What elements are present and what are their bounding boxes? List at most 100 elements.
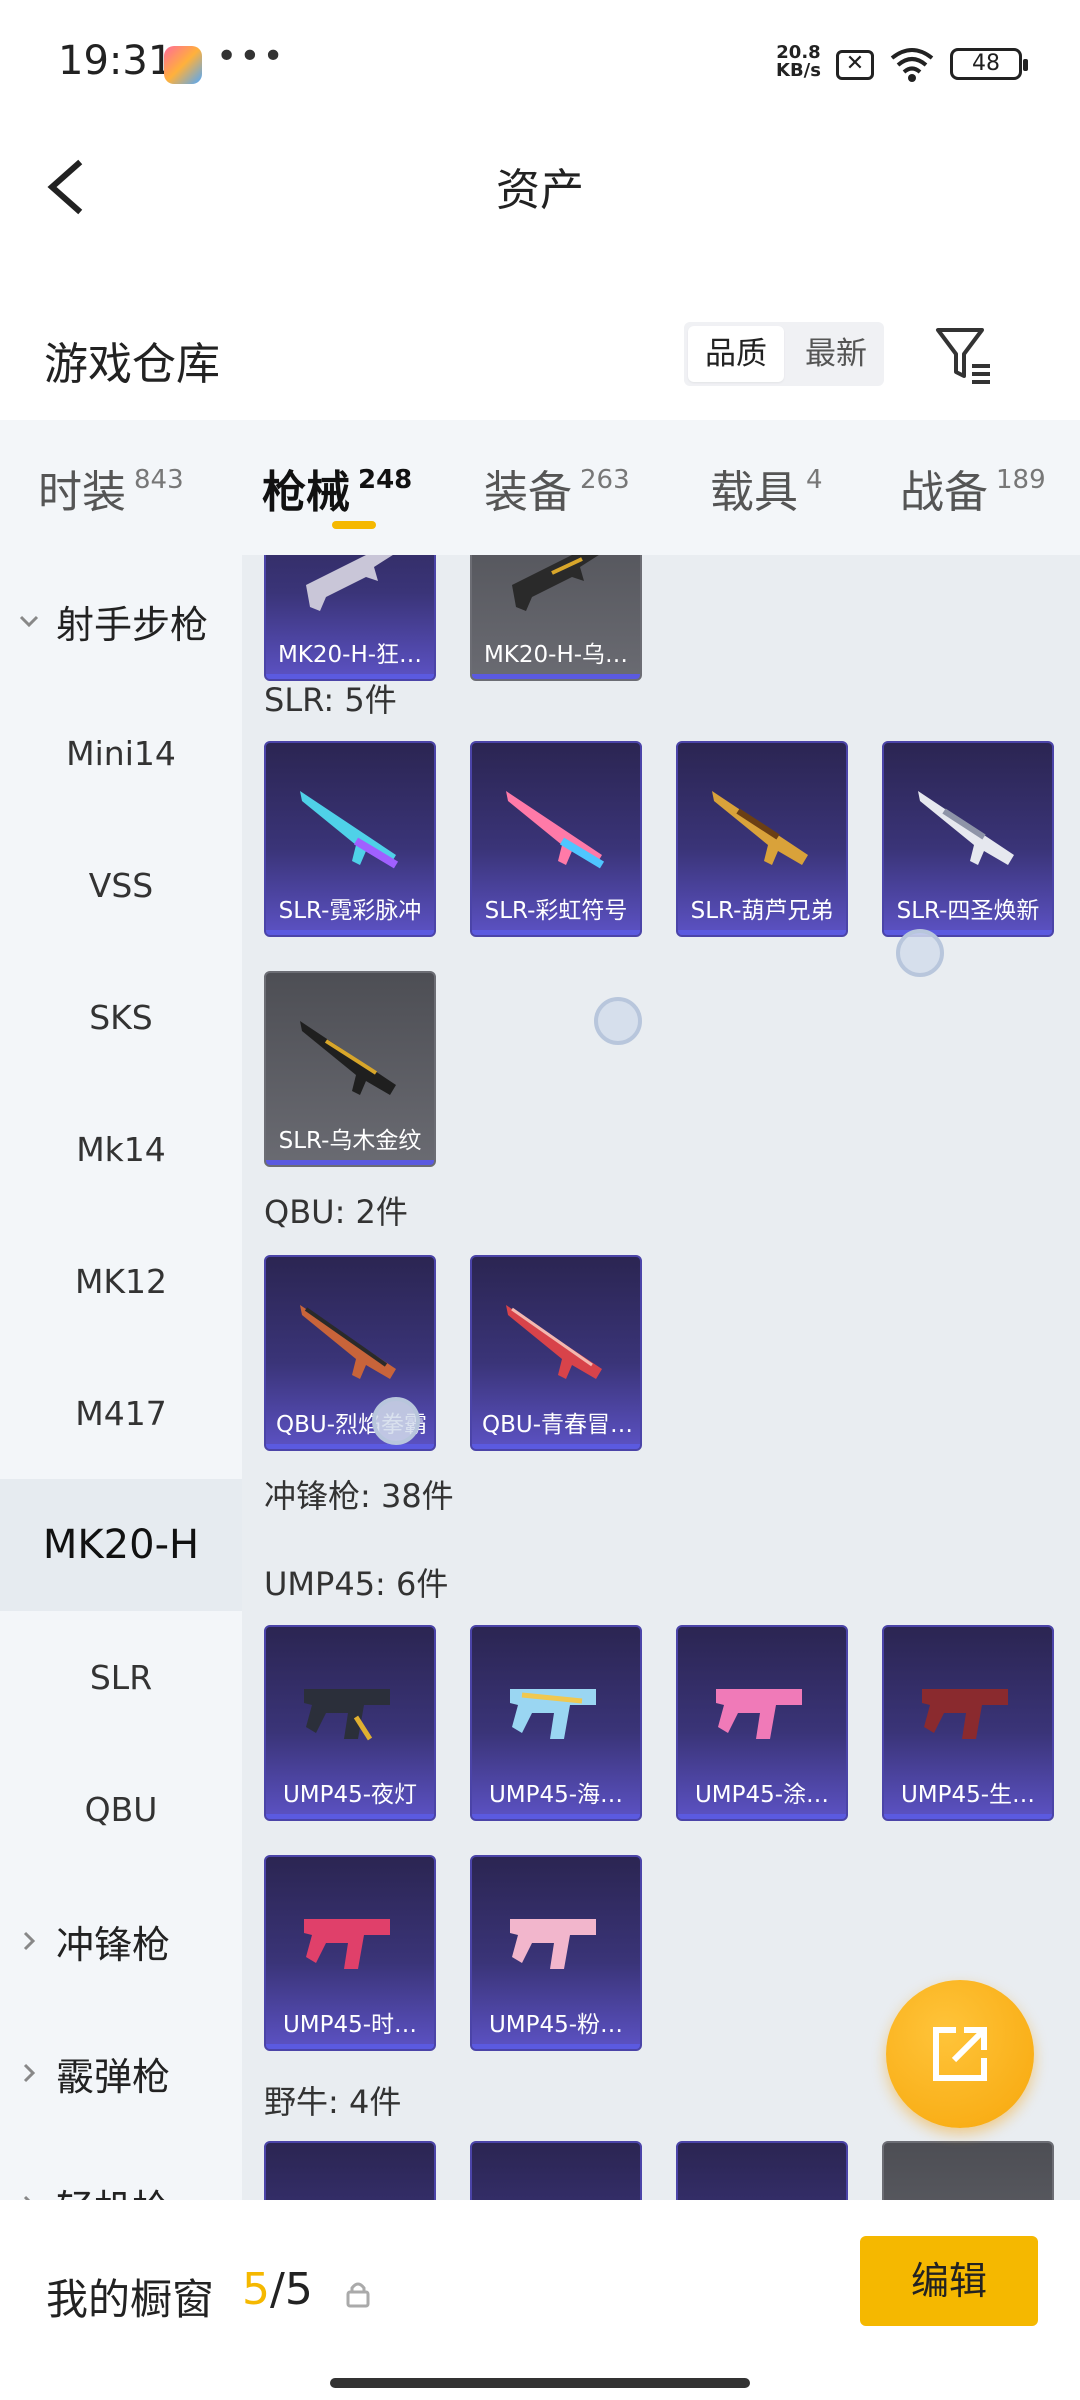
no-sim-icon: ✕	[836, 50, 874, 80]
game-app-icon	[164, 46, 202, 84]
showcase-bar: 我的橱窗 5/5 编辑	[0, 2200, 1080, 2400]
sort-toggle: 品质 最新	[684, 322, 884, 386]
share-button[interactable]	[886, 1980, 1034, 2128]
sidebar-group-smg[interactable]: 冲锋枪	[0, 1875, 242, 2007]
smg-icon	[510, 1919, 596, 1969]
weapon-card-name: SLR-彩虹符号	[484, 898, 628, 924]
tab-equipment[interactable]: 装备 263	[446, 420, 672, 555]
tab-outfits[interactable]: 时装 843	[0, 420, 224, 555]
sidebar-group-marksman-rifles[interactable]: 射手步枪	[0, 555, 242, 687]
tab-label: 时装	[38, 466, 126, 518]
tab-label: 装备	[484, 466, 572, 518]
weapon-card-name: MK20-H-狂…	[277, 642, 423, 668]
sidebar-item-mk12[interactable]: MK12	[0, 1215, 242, 1347]
weapon-card[interactable]: MK20-H-狂…	[264, 555, 436, 681]
showcase-label: 我的橱窗	[46, 2275, 215, 2324]
edit-button[interactable]: 编辑	[860, 2236, 1038, 2326]
tab-firearms[interactable]: 枪械 248	[224, 420, 446, 555]
weapon-card-name: SLR-乌木金纹	[278, 1128, 422, 1154]
weapon-card[interactable]	[264, 2141, 436, 2200]
rifle-icon	[512, 555, 599, 611]
weapon-card[interactable]	[882, 2141, 1054, 2200]
sidebar-item-m417[interactable]: M417	[0, 1347, 242, 1479]
rifle-icon	[918, 791, 1014, 865]
showcase-current: 5	[242, 2264, 270, 2315]
tab-count: 263	[580, 464, 630, 495]
sidebar-item-sks[interactable]: SKS	[0, 951, 242, 1083]
more-notifications-icon: •••	[216, 36, 286, 77]
weapon-card[interactable]: UMP45-时…	[264, 1855, 436, 2051]
card-underline	[266, 930, 434, 935]
net-speed-unit: KB/s	[776, 60, 821, 81]
weapon-card-name: SLR-四圣焕新	[896, 898, 1040, 924]
filter-icon[interactable]	[934, 322, 994, 386]
sidebar-item-vss[interactable]: VSS	[0, 819, 242, 951]
battery-indicator: 48	[950, 48, 1028, 80]
weapon-card[interactable]	[470, 2141, 642, 2200]
card-underline	[266, 1814, 434, 1819]
warehouse-toolbar: 游戏仓库 品质 最新	[0, 300, 1080, 420]
weapon-card[interactable]: SLR-四圣焕新	[882, 741, 1054, 937]
card-underline	[472, 1814, 640, 1819]
card-underline	[472, 2044, 640, 2049]
sidebar-group-shotgun[interactable]: 霰弹枪	[0, 2007, 242, 2139]
rifle-icon	[306, 555, 393, 611]
sidebar-item-mk14[interactable]: Mk14	[0, 1083, 242, 1215]
sort-quality-button[interactable]: 品质	[688, 326, 784, 382]
rifle-icon	[506, 791, 605, 869]
rifle-icon	[300, 791, 399, 869]
sidebar-item-slr[interactable]: SLR	[0, 1611, 242, 1743]
tab-vehicles[interactable]: 载具 4	[672, 420, 862, 555]
sidebar-group-lmg[interactable]: 轻机枪	[0, 2139, 242, 2200]
weapon-card[interactable]: UMP45-夜灯	[264, 1625, 436, 1821]
status-bar: 19:31 ••• 20.8 KB/s ✕ 48	[0, 0, 1080, 130]
card-underline	[472, 1444, 640, 1449]
weapon-card-name: UMP45-涂…	[694, 1782, 830, 1808]
sidebar-item-qbu[interactable]: QBU	[0, 1743, 242, 1875]
weapon-card-name: QBU-青春冒…	[482, 1412, 634, 1438]
home-indicator[interactable]	[330, 2378, 750, 2388]
sidebar-item-mk20h[interactable]: MK20-H	[0, 1479, 242, 1611]
share-icon	[933, 2027, 987, 2081]
weapon-card[interactable]	[676, 2141, 848, 2200]
section-title-qbu: QBU: 2件	[264, 1193, 408, 1231]
tab-label: 枪械	[262, 466, 350, 518]
weapon-card-name: UMP45-海…	[488, 1782, 624, 1808]
weapon-card[interactable]: SLR-葫芦兄弟	[676, 741, 848, 937]
tab-count: 4	[806, 464, 823, 495]
weapon-card[interactable]: SLR-彩虹符号	[470, 741, 642, 937]
rifle-icon	[300, 1021, 396, 1095]
section-title-bizon: 野牛: 4件	[264, 2083, 402, 2121]
sidebar-group-label: 射手步枪	[56, 602, 209, 647]
card-underline	[266, 1444, 434, 1449]
rifle-icon	[506, 1305, 602, 1379]
touch-indicator	[594, 997, 642, 1045]
tab-count: 843	[134, 464, 184, 495]
tab-count: 248	[358, 464, 413, 495]
weapon-card[interactable]: UMP45-涂…	[676, 1625, 848, 1821]
rifle-icon	[300, 1305, 396, 1379]
weapon-card[interactable]: SLR-乌木金纹	[264, 971, 436, 1167]
sidebar-group-label: 轻机枪	[56, 2178, 170, 2201]
weapon-card[interactable]: UMP45-海…	[470, 1625, 642, 1821]
weapon-card-name: MK20-H-乌…	[483, 642, 629, 668]
weapon-card[interactable]: SLR-霓彩脉冲	[264, 741, 436, 937]
sort-newest-button[interactable]: 最新	[788, 322, 884, 386]
touch-indicator	[372, 1397, 420, 1445]
weapon-card[interactable]: UMP45-粉…	[470, 1855, 642, 2051]
card-underline	[266, 2044, 434, 2049]
tab-label: 载具	[710, 466, 798, 518]
card-underline	[678, 1814, 846, 1819]
weapon-card-name: UMP45-夜灯	[282, 1782, 418, 1808]
weapon-card-name: SLR-霓彩脉冲	[278, 898, 422, 924]
section-title-slr: SLR: 5件	[264, 681, 397, 719]
tab-count: 189	[996, 464, 1046, 495]
showcase-total: /5	[270, 2264, 313, 2315]
sidebar-item-mini14[interactable]: Mini14	[0, 687, 242, 819]
smg-icon	[304, 1689, 390, 1741]
weapon-card-name: UMP45-时…	[282, 2012, 418, 2038]
weapon-card[interactable]: UMP45-生…	[882, 1625, 1054, 1821]
weapon-card[interactable]: QBU-青春冒…	[470, 1255, 642, 1451]
weapon-card[interactable]: MK20-H-乌…	[470, 555, 642, 681]
tab-supplies[interactable]: 战备 189	[862, 420, 1080, 555]
